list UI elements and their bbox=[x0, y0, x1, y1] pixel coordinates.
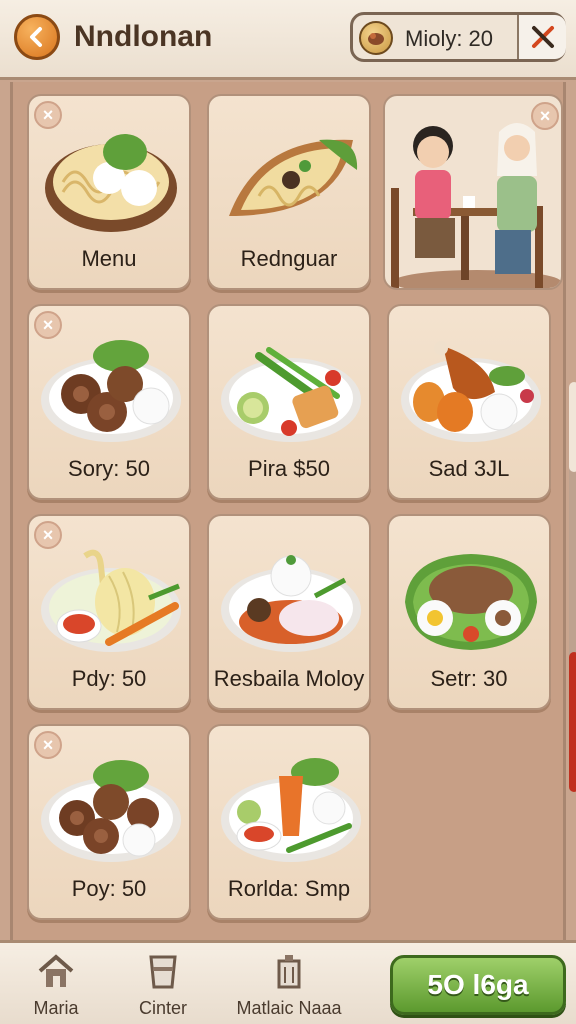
close-badge-icon[interactable]: × bbox=[34, 311, 62, 339]
money-label: Mioly: 20 bbox=[405, 26, 494, 51]
house-icon bbox=[38, 954, 74, 987]
menu-card[interactable]: × Menu bbox=[27, 94, 191, 290]
bottom-nav-bar: Maria Cinter Matlaic Naaa 5O l6ga bbox=[0, 940, 576, 1024]
close-button[interactable] bbox=[517, 15, 566, 59]
carrot-vegetable-plate-icon bbox=[221, 758, 361, 862]
menu-card[interactable]: Rednguar bbox=[207, 94, 371, 290]
menu-item-label: Poy: 50 bbox=[71, 876, 147, 901]
noodle-leaf-plate-icon bbox=[229, 139, 358, 216]
menu-card[interactable]: Sad 3JL bbox=[387, 304, 551, 500]
menu-item-label: Menu bbox=[81, 246, 137, 271]
top-header: Nndlonan Mioly: 20 bbox=[0, 0, 576, 80]
close-badge-icon[interactable]: × bbox=[34, 521, 62, 549]
menu-card[interactable]: Resbaila Moloy bbox=[207, 514, 371, 710]
meat-rolls-rice-icon bbox=[41, 340, 181, 442]
menu-item-label: Rorlda: Smp bbox=[227, 876, 351, 901]
nav-item-cinter[interactable]: Cinter bbox=[128, 953, 198, 1023]
meat-rolls-rice-icon bbox=[41, 760, 181, 862]
lettuce-platter-icon bbox=[405, 554, 537, 650]
nav-label: Cinter bbox=[138, 998, 187, 1018]
scrollbar-red-segment bbox=[569, 652, 576, 792]
menu-card[interactable]: × Poy: 50 bbox=[27, 724, 191, 920]
menu-item-label: Setr: 30 bbox=[430, 666, 508, 691]
scrollbar-thumb[interactable] bbox=[569, 382, 576, 472]
cup-icon bbox=[149, 955, 177, 989]
close-x-icon bbox=[531, 26, 554, 48]
menu-item-label: Pdy: 50 bbox=[71, 666, 147, 691]
menu-item-label: Rednguar bbox=[240, 246, 338, 271]
close-badge-icon[interactable]: × bbox=[34, 101, 62, 129]
noodle-bowl-icon bbox=[45, 134, 177, 232]
trash-bin-icon bbox=[277, 955, 301, 989]
menu-card[interactable]: × Pdy: 50 bbox=[27, 514, 191, 710]
menu-item-label: Pira $50 bbox=[248, 456, 330, 481]
menu-item-label: Sad 3JL bbox=[428, 456, 510, 481]
nav-label: Maria bbox=[33, 998, 79, 1018]
menu-card[interactable]: Rorlda: Smp bbox=[207, 724, 371, 920]
buy-button[interactable]: 5O l6ga bbox=[390, 955, 566, 1015]
diners-at-table-illustration: × bbox=[383, 94, 563, 290]
back-arrow-icon bbox=[30, 27, 42, 47]
back-button[interactable] bbox=[14, 14, 60, 60]
close-badge-icon[interactable]: × bbox=[34, 731, 62, 759]
roast-chicken-plate-icon bbox=[401, 341, 541, 442]
nav-item-matlaic[interactable]: Matlaic Naaa bbox=[230, 953, 348, 1023]
nav-label: Matlaic Naaa bbox=[236, 998, 342, 1018]
menu-grid: × Menu Rednguar × × Sory: 50 Pira $50 Sa… bbox=[10, 82, 576, 940]
menu-card[interactable]: × Sory: 50 bbox=[27, 304, 191, 500]
page-title: Nndlonan bbox=[74, 20, 213, 53]
vegetable-plate-icon bbox=[221, 347, 361, 442]
menu-card[interactable]: Setr: 30 bbox=[387, 514, 551, 710]
menu-item-label: Resbaila Moloy bbox=[213, 666, 365, 691]
nav-item-maria[interactable]: Maria bbox=[24, 953, 88, 1023]
cabbage-sauce-plate-icon bbox=[41, 549, 181, 652]
menu-card[interactable]: Pira $50 bbox=[207, 304, 371, 500]
close-badge-icon[interactable]: × bbox=[531, 102, 559, 130]
fish-rice-plate-icon bbox=[221, 555, 361, 652]
coin-icon bbox=[359, 21, 393, 55]
currency-display: Mioly: 20 bbox=[350, 12, 566, 62]
menu-item-label: Sory: 50 bbox=[68, 456, 150, 481]
scrollbar[interactable] bbox=[569, 382, 576, 792]
